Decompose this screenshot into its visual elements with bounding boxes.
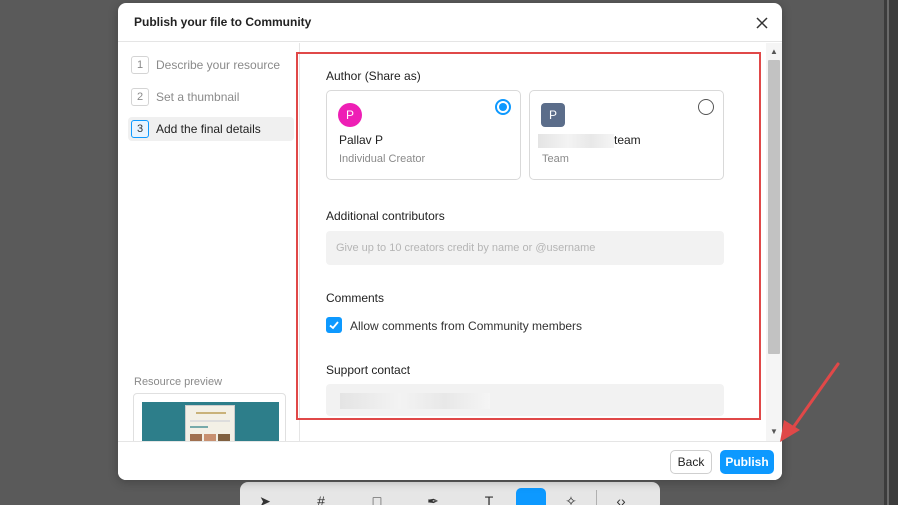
back-button[interactable]: Back [670, 450, 712, 474]
step-thumbnail[interactable]: 2 Set a thumbnail [128, 85, 294, 109]
shape-tool-icon[interactable]: □ [366, 493, 388, 505]
details-form: Author (Share as) P Pallav P Individual … [301, 43, 767, 441]
contributors-input[interactable] [326, 231, 724, 265]
allow-comments-label: Allow comments from Community members [350, 319, 583, 333]
redacted-team-name [538, 133, 614, 148]
author-type: Team [542, 153, 569, 165]
avatar: P [541, 103, 565, 127]
step-number: 2 [131, 88, 149, 106]
dev-mode-icon[interactable]: ‹› [610, 493, 632, 505]
background-window-edge [884, 0, 898, 505]
author-option-team[interactable]: P team Team [529, 90, 724, 180]
text-tool-icon[interactable]: T [478, 493, 500, 505]
close-button[interactable] [752, 13, 772, 33]
author-name: Pallav P [339, 133, 384, 147]
scroll-up-arrow-icon[interactable]: ▲ [769, 47, 779, 57]
scroll-down-arrow-icon[interactable]: ▼ [769, 427, 779, 437]
steps-sidebar: 1 Describe your resource 2 Set a thumbna… [118, 43, 300, 453]
frame-tool-icon[interactable]: # [310, 493, 332, 505]
step-final-details[interactable]: 3 Add the final details [128, 117, 294, 141]
author-type: Individual Creator [339, 153, 426, 165]
author-option-individual[interactable]: P Pallav P Individual Creator [326, 90, 521, 180]
dialog-footer: Back Publish [118, 441, 782, 480]
author-section-label: Author (Share as) [326, 69, 421, 83]
author-radio-team[interactable] [698, 99, 714, 115]
support-contact-label: Support contact [326, 363, 411, 377]
resource-preview-label: Resource preview [134, 376, 223, 388]
check-icon [329, 321, 339, 330]
team-name: team [538, 133, 641, 148]
step-label: Describe your resource [156, 58, 281, 72]
arrow-icon [780, 362, 840, 442]
comments-label: Comments [326, 291, 385, 305]
redacted-support-contact [340, 393, 490, 409]
dialog-header: Publish your file to Community [118, 3, 782, 42]
scrollbar-thumb[interactable] [768, 60, 780, 354]
actions-tool-icon[interactable]: ✧ [560, 493, 582, 505]
avatar: P [338, 103, 362, 127]
step-number: 3 [131, 120, 149, 138]
team-name-suffix: team [614, 133, 641, 147]
close-icon [756, 17, 768, 29]
author-radio-individual[interactable] [495, 99, 511, 115]
step-label: Add the final details [156, 122, 261, 136]
support-contact-input[interactable] [326, 384, 724, 416]
step-label: Set a thumbnail [156, 90, 240, 104]
contributors-label: Additional contributors [326, 209, 445, 223]
toolbar-divider [596, 490, 597, 505]
step-number: 1 [131, 56, 149, 74]
allow-comments-checkbox[interactable] [326, 317, 342, 333]
form-scrollbar[interactable]: ▲ ▼ [766, 43, 782, 441]
move-tool-icon[interactable]: ➤ [254, 493, 276, 505]
step-describe[interactable]: 1 Describe your resource [128, 53, 294, 77]
comment-tool-active[interactable] [516, 488, 546, 505]
pen-tool-icon[interactable]: ✒ [422, 493, 444, 505]
publish-dialog: Publish your file to Community 1 Describ… [118, 3, 782, 480]
publish-button[interactable]: Publish [720, 450, 774, 474]
dialog-title: Publish your file to Community [134, 15, 312, 29]
canvas-toolbar: ➤ # □ ✒ T ✧ ‹› [240, 482, 660, 505]
